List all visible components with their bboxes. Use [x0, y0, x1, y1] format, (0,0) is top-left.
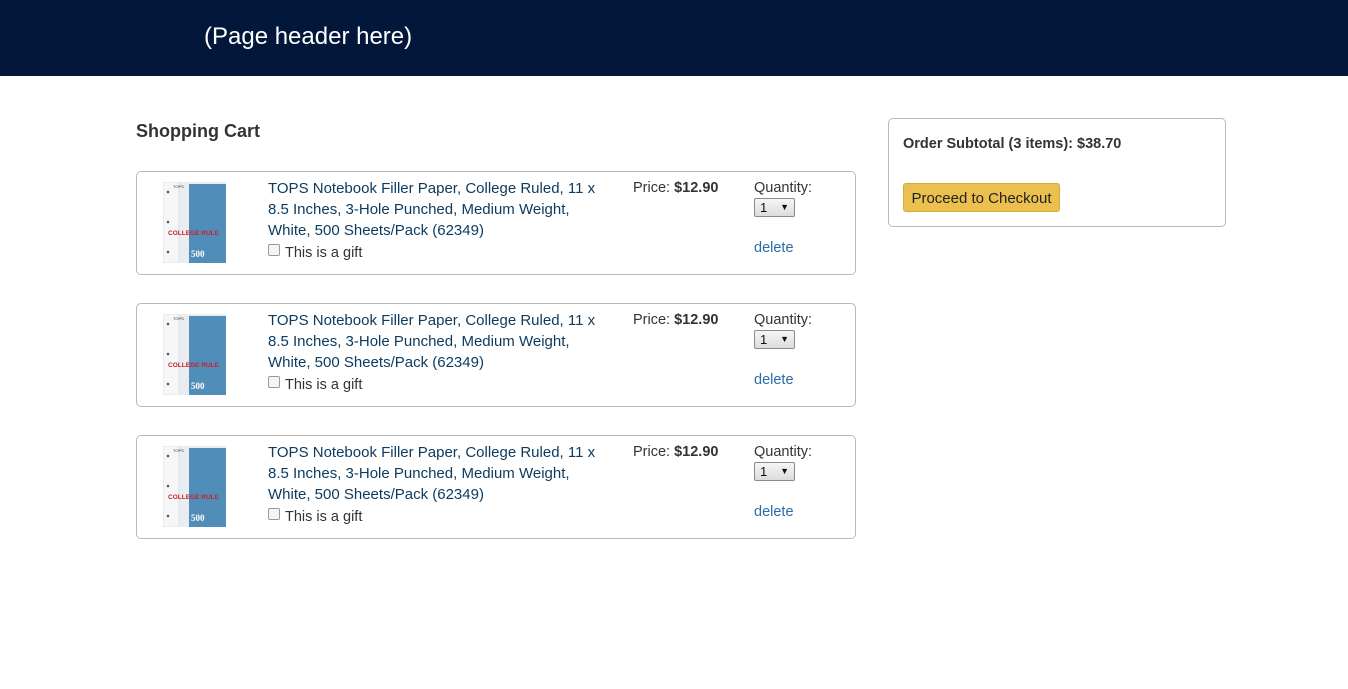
- chevron-down-icon: ▼: [780, 202, 789, 212]
- price-value: $12.90: [674, 444, 719, 460]
- product-title-link[interactable]: TOPS Notebook Filler Paper, College Rule…: [268, 178, 598, 241]
- page-header: (Page header here): [0, 0, 1348, 76]
- quantity-value: 1: [760, 464, 768, 479]
- thumb-count-text: 500: [191, 249, 205, 259]
- gift-option[interactable]: This is a gift: [268, 244, 362, 262]
- price: Price: $12.90: [633, 311, 718, 329]
- gift-label: This is a gift: [285, 509, 363, 525]
- price-label: Price:: [633, 444, 671, 460]
- price-label: Price:: [633, 312, 671, 328]
- thumb-brand-text: TOPS: [173, 448, 184, 453]
- product-thumbnail[interactable]: TOPS COLLEGE RULE 500: [163, 182, 226, 263]
- gift-option[interactable]: This is a gift: [268, 508, 362, 526]
- price-value: $12.90: [674, 180, 719, 196]
- thumb-count-text: 500: [191, 513, 205, 523]
- thumb-label-text: COLLEGE RULE: [168, 494, 220, 501]
- quantity-label: Quantity:: [754, 444, 813, 460]
- cart-item: TOPS COLLEGE RULE 500 TOPS Notebook Fill…: [136, 435, 856, 539]
- gift-checkbox[interactable]: [268, 376, 280, 388]
- gift-label: This is a gift: [285, 245, 363, 261]
- header-title: (Page header here): [204, 23, 413, 50]
- product-thumbnail[interactable]: TOPS COLLEGE RULE 500: [163, 446, 226, 527]
- cart-item: TOPS COLLEGE RULE 500 TOPS Notebook Fill…: [136, 171, 856, 275]
- thumb-label-text: COLLEGE RULE: [168, 230, 220, 237]
- quantity-value: 1: [760, 200, 768, 215]
- price: Price: $12.90: [633, 179, 718, 197]
- quantity-value: 1: [760, 332, 768, 347]
- thumb-label-text: COLLEGE RULE: [168, 362, 220, 369]
- gift-checkbox[interactable]: [268, 244, 280, 256]
- price-label: Price:: [633, 180, 671, 196]
- quantity-select[interactable]: 1 ▼: [754, 462, 795, 481]
- thumb-brand-text: TOPS: [173, 184, 184, 189]
- quantity-label: Quantity:: [754, 312, 813, 328]
- chevron-down-icon: ▼: [780, 466, 789, 476]
- chevron-down-icon: ▼: [780, 334, 789, 344]
- delete-link[interactable]: delete: [754, 239, 794, 257]
- order-subtotal: Order Subtotal (3 items): $38.70: [903, 136, 1122, 152]
- delete-link[interactable]: delete: [754, 371, 794, 389]
- cart-item: TOPS COLLEGE RULE 500 TOPS Notebook Fill…: [136, 303, 856, 407]
- thumb-count-text: 500: [191, 381, 205, 391]
- product-thumbnail[interactable]: TOPS COLLEGE RULE 500: [163, 314, 226, 395]
- product-title-link[interactable]: TOPS Notebook Filler Paper, College Rule…: [268, 442, 598, 505]
- thumb-brand-text: TOPS: [173, 316, 184, 321]
- page-title: Shopping Cart: [136, 121, 260, 141]
- proceed-to-checkout-button[interactable]: Proceed to Checkout: [903, 183, 1060, 212]
- gift-label: This is a gift: [285, 377, 363, 393]
- gift-checkbox[interactable]: [268, 508, 280, 520]
- quantity-select[interactable]: 1 ▼: [754, 330, 795, 349]
- order-summary: Order Subtotal (3 items): $38.70 Proceed…: [888, 118, 1226, 227]
- gift-option[interactable]: This is a gift: [268, 376, 362, 394]
- price: Price: $12.90: [633, 443, 718, 461]
- delete-link[interactable]: delete: [754, 503, 794, 521]
- quantity-select[interactable]: 1 ▼: [754, 198, 795, 217]
- product-title-link[interactable]: TOPS Notebook Filler Paper, College Rule…: [268, 310, 598, 373]
- quantity-label: Quantity:: [754, 180, 813, 196]
- price-value: $12.90: [674, 312, 719, 328]
